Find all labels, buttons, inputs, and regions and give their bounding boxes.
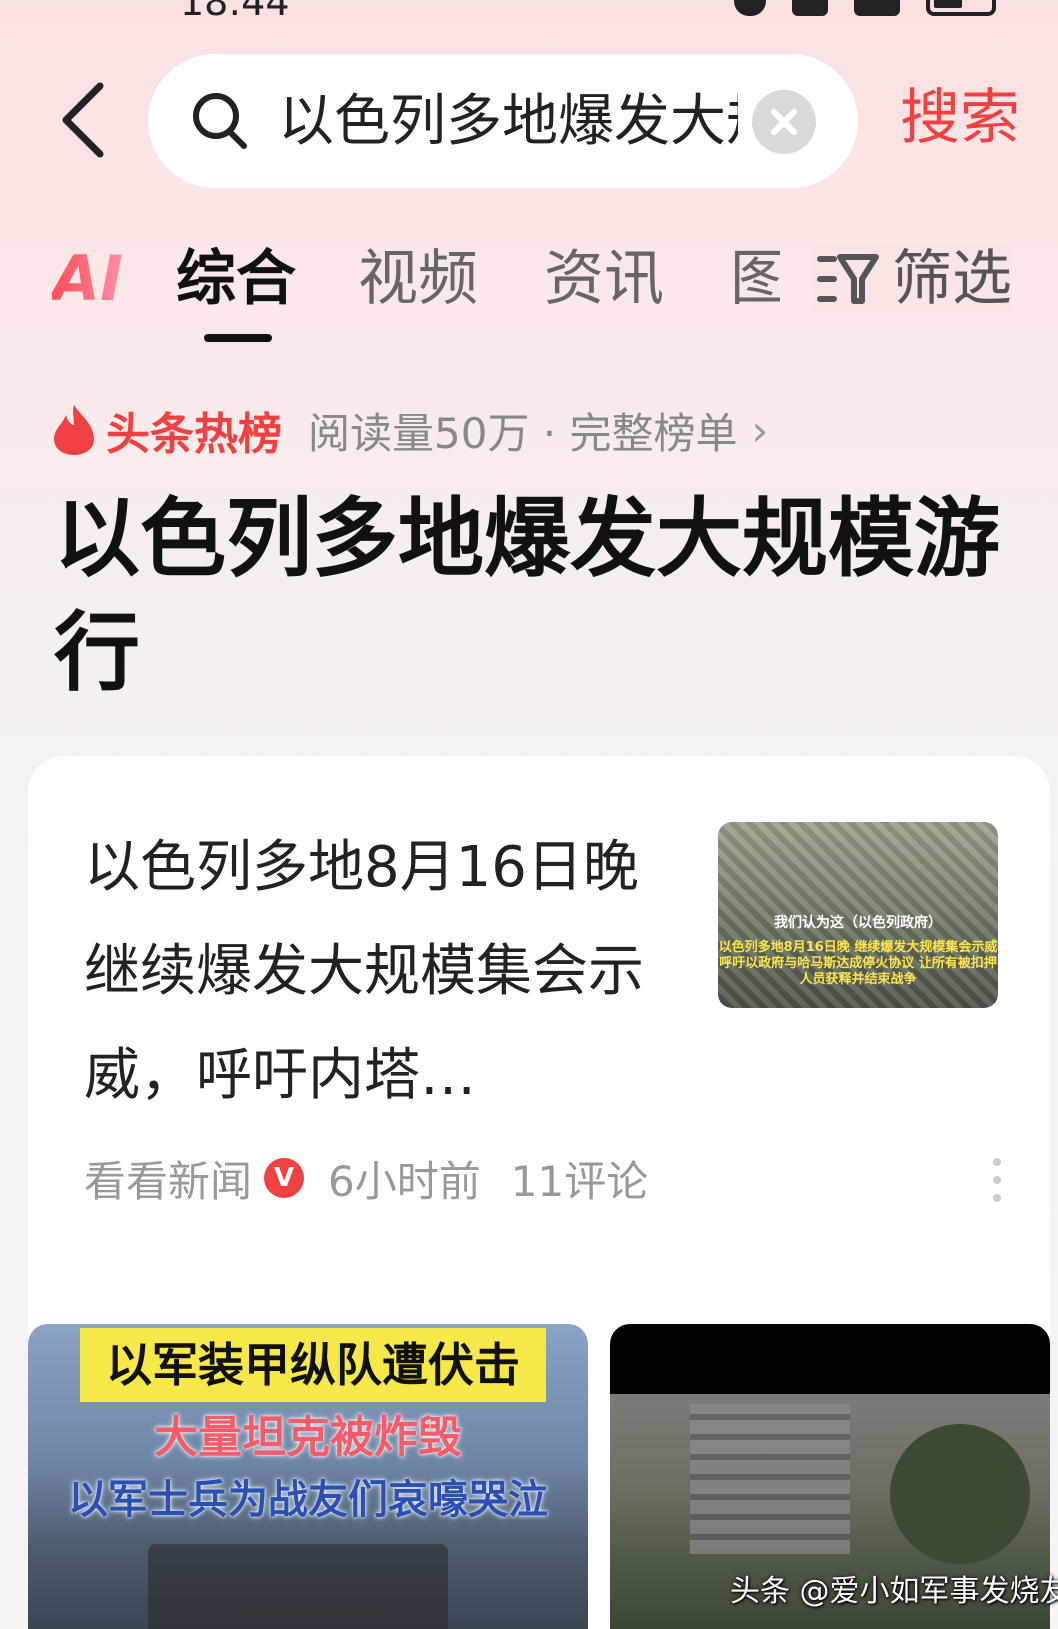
article-time: 6小时前 [328, 1156, 481, 1206]
article-meta: 看看新闻 V 6小时前 11评论 [84, 1148, 648, 1208]
search-tabs: AI 综合 视频 资讯 图片 筛选 [0, 230, 1058, 342]
tab-ai[interactable]: AI [52, 244, 123, 314]
filter-button[interactable]: 筛选 [812, 244, 1012, 314]
status-icons [734, 0, 996, 16]
tab-images[interactable]: 图片 [730, 244, 780, 314]
clear-button[interactable] [752, 90, 816, 154]
article-thumbnail[interactable]: 我们认为这（以色列政府） 以色列多地8月16日晚 继续爆发大规模集会示威 呼吁以… [718, 822, 998, 1008]
search-bar-row: 以色列多地爆发大规模游行 搜索 [0, 50, 1058, 190]
chevron-right-icon: › [751, 405, 769, 455]
tank-image [148, 1544, 448, 1629]
search-icon [193, 93, 247, 149]
search-submit-button[interactable]: 搜索 [900, 78, 1020, 158]
building-image [690, 1404, 850, 1554]
close-icon [771, 109, 797, 135]
article-title[interactable]: 以色列多地8月16日晚继续爆发大规模集会示威，呼吁内塔… [84, 816, 654, 1128]
article-comments: 11评论 [510, 1156, 649, 1206]
thumbnail-caption-1: 我们认为这（以色列政府） [774, 915, 942, 931]
video-thumbnail[interactable]: 以军装甲纵队遭伏击 大量坦克被炸毁 以军士兵为战友们哀嚎哭泣 [28, 1324, 588, 1629]
search-query-text[interactable]: 以色列多地爆发大规模游行 [278, 82, 738, 162]
video-caption-3: 以军士兵为战友们哀嚎哭泣 [68, 1477, 548, 1523]
hot-list-row[interactable]: 头条热榜 阅读量50万 · 完整榜单 › [52, 398, 768, 462]
flame-icon [54, 405, 94, 455]
search-input[interactable]: 以色列多地爆发大规模游行 [148, 54, 858, 188]
video-caption-1: 以军装甲纵队遭伏击 [106, 1338, 520, 1392]
hot-list-label: 头条热榜 [106, 409, 282, 460]
status-time: 18:44 [180, 0, 290, 24]
back-button[interactable] [58, 80, 118, 160]
more-options-icon[interactable] [992, 1156, 1002, 1204]
status-bar: 18:44 [0, 0, 1058, 30]
tab-all[interactable]: 综合 [176, 244, 296, 314]
verified-badge: V [264, 1158, 305, 1198]
chevron-left-icon [62, 82, 104, 158]
signal-icon [854, 0, 900, 16]
filter-label: 筛选 [892, 244, 1012, 314]
active-tab-indicator [204, 334, 272, 342]
filter-icon [817, 254, 879, 304]
tab-news[interactable]: 资讯 [544, 244, 664, 314]
alarm-icon [734, 0, 766, 16]
hot-topic-headline[interactable]: 以色列多地爆发大规模游行 [54, 482, 1014, 710]
tab-video[interactable]: 视频 [358, 244, 478, 314]
video-caption-2: 大量坦克被炸毁 [154, 1412, 462, 1463]
hd-icon [792, 0, 828, 16]
thumbnail-caption-2: 以色列多地8月16日晚 继续爆发大规模集会示威 呼吁以政府与哈马斯达成停火协议 … [718, 940, 998, 987]
battery-icon [926, 0, 996, 16]
tree-image [890, 1424, 1030, 1564]
watermark: 头条 @爱小如军事发烧友 [730, 1574, 1058, 1609]
article-source[interactable]: 看看新闻 [84, 1148, 252, 1209]
hot-list-meta[interactable]: 阅读量50万 · 完整榜单 [308, 400, 738, 461]
